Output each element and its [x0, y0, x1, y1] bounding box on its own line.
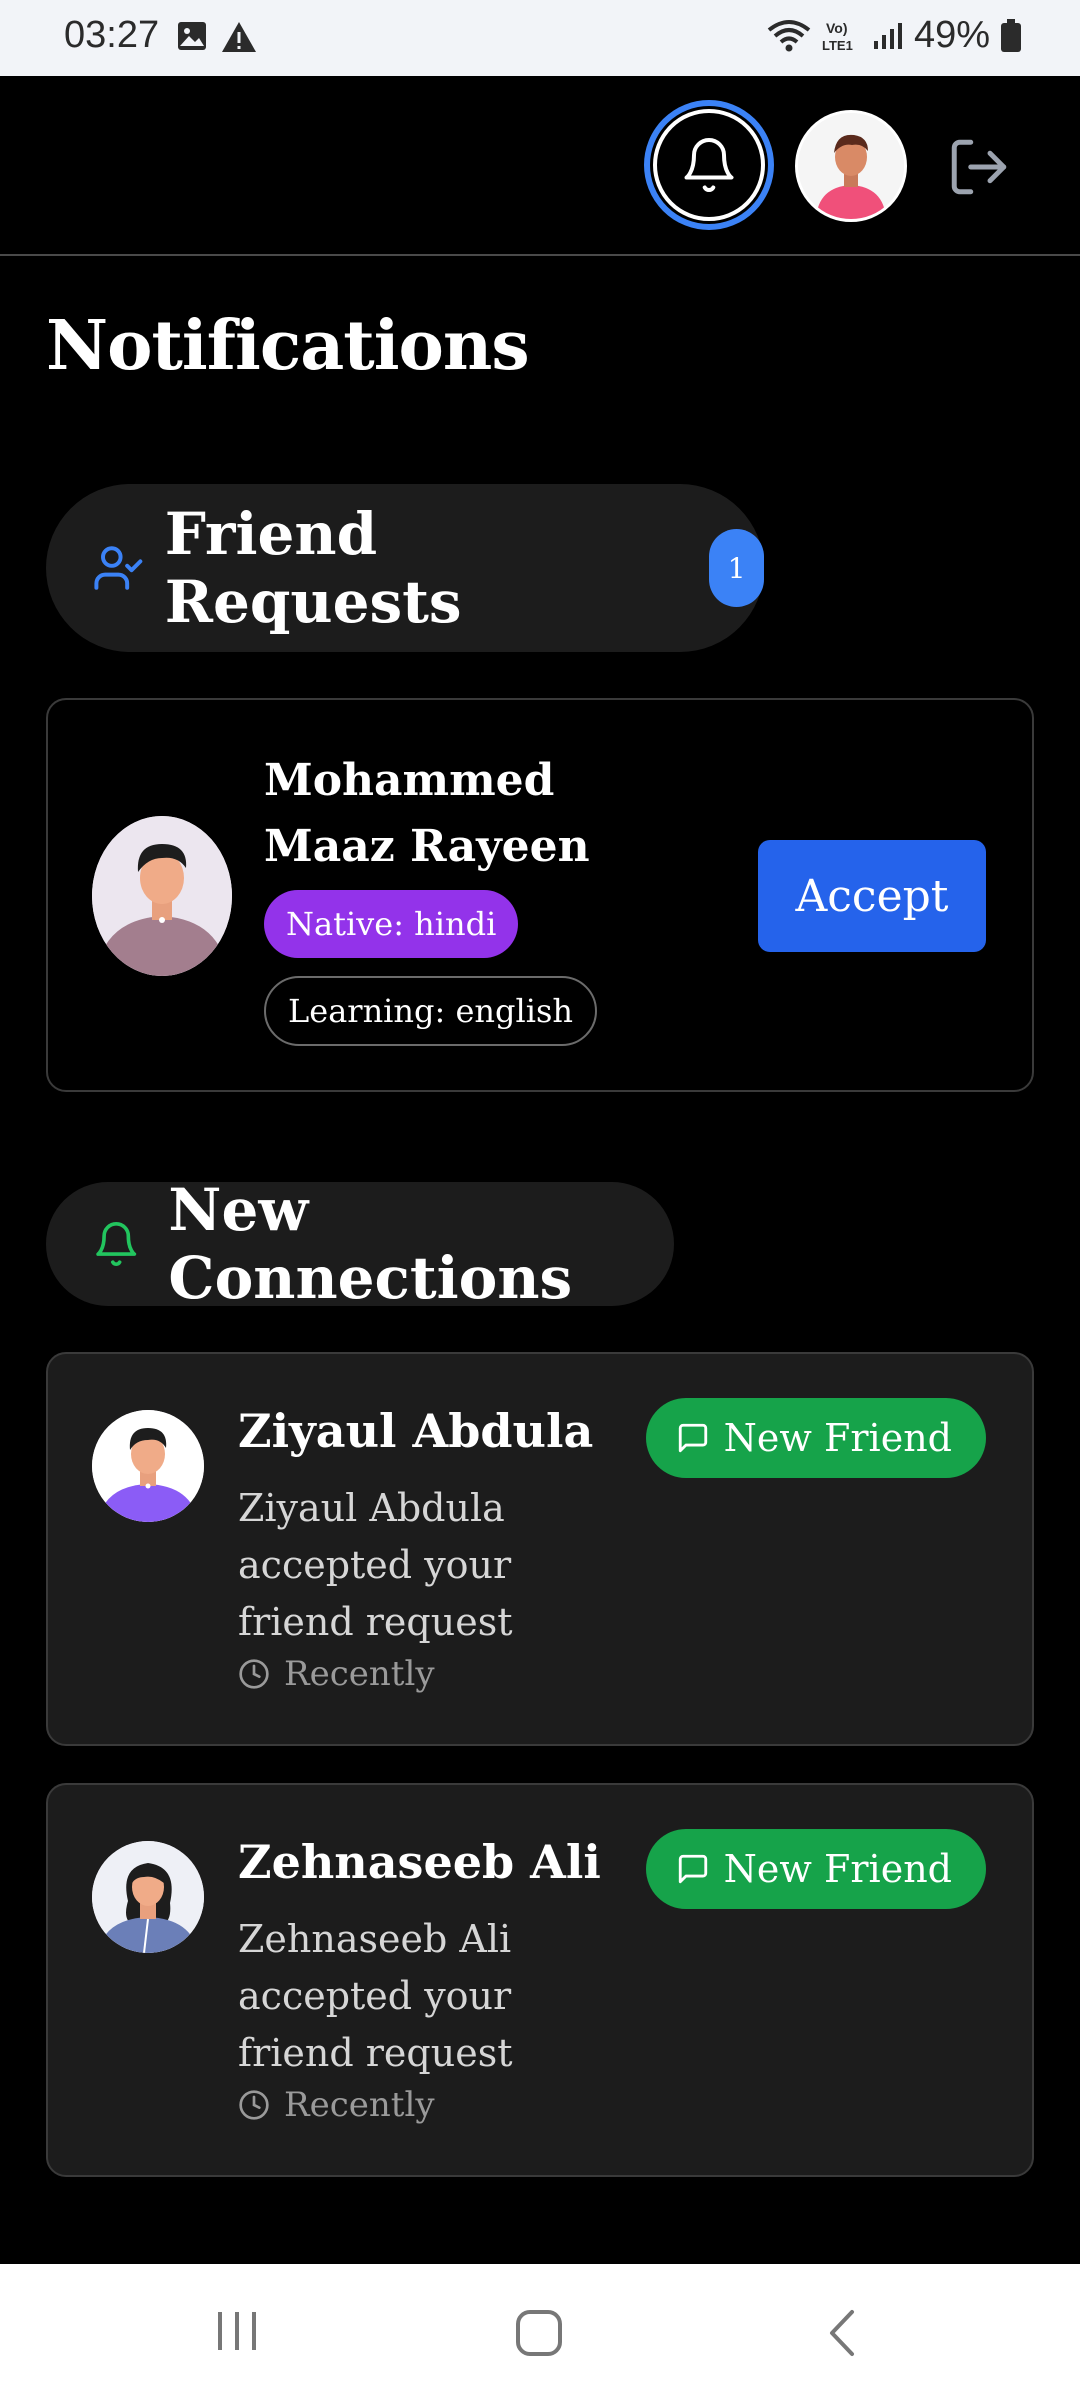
new-friend-label: New Friend: [723, 1416, 952, 1460]
new-connections-label: New Connections: [168, 1176, 573, 1312]
image-icon: [178, 22, 206, 50]
native-language-badge: Native: hindi: [264, 890, 519, 958]
connection-card: Ziyaul Abdula Ziyaul Abdula accepted you…: [46, 1352, 1034, 1746]
requester-name: Mohammed Maaz Rayeen: [264, 755, 590, 872]
bell-icon: [684, 138, 734, 192]
learning-language-badge: Learning: english: [264, 976, 597, 1046]
connection-avatar: [92, 1841, 204, 1953]
connection-time: Recently: [238, 1654, 435, 1694]
logout-icon[interactable]: [946, 134, 1012, 200]
message-square-icon: [678, 1854, 707, 1884]
status-bar: 03:27 Vo) LTE1 49%: [0, 0, 1080, 76]
avatar-illustration: [92, 1410, 204, 1522]
app-header: [0, 76, 1080, 256]
connection-card: Zehnaseeb Ali Zehnaseeb Ali accepted you…: [46, 1783, 1034, 2177]
connection-message: Zehnaseeb Ali accepted your friend reque…: [238, 1917, 513, 2075]
home-icon[interactable]: [514, 2308, 564, 2358]
connection-message: Ziyaul Abdula accepted your friend reque…: [238, 1486, 513, 1644]
battery-text: 49%: [913, 14, 990, 56]
connection-name: Zehnaseeb Ali: [238, 1835, 601, 1889]
svg-text:LTE1: LTE1: [822, 38, 853, 53]
connection-time-label: Recently: [284, 1654, 435, 1694]
avatar-illustration: [92, 816, 232, 976]
warning-icon: [222, 22, 256, 52]
bell-icon: [96, 1222, 137, 1266]
notifications-button-ring: [653, 109, 765, 221]
message-square-icon: [678, 1423, 707, 1453]
clock-icon: [239, 1659, 269, 1689]
new-connections-header: New Connections: [46, 1176, 674, 1312]
signal-icon: [873, 22, 902, 49]
avatar-illustration: [92, 1841, 204, 1953]
avatar-illustration: [798, 113, 904, 219]
status-time: 03:27: [64, 14, 160, 56]
profile-avatar[interactable]: [795, 110, 907, 222]
volte-icon: Vo) LTE1: [822, 20, 853, 53]
new-friend-label: New Friend: [723, 1847, 952, 1891]
friend-requests-header: Friend Requests 1: [46, 484, 764, 652]
recent-apps-icon[interactable]: [214, 2308, 260, 2354]
system-nav-bar: [0, 2264, 1080, 2400]
notifications-button[interactable]: [644, 100, 774, 230]
friend-request-card: Mohammed Maaz Rayeen Native: hindi Learn…: [46, 698, 1034, 1092]
friend-requests-count: 1: [709, 529, 764, 607]
status-right: Vo) LTE1 49%: [766, 14, 1022, 57]
battery-icon: [1001, 18, 1021, 52]
friend-requests-label: Friend Requests: [164, 500, 462, 636]
page-title: Notifications: [46, 306, 530, 386]
back-icon[interactable]: [822, 2308, 862, 2358]
new-friend-badge[interactable]: New Friend: [645, 1398, 986, 1478]
new-friend-badge[interactable]: New Friend: [645, 1829, 986, 1909]
svg-text:Vo): Vo): [826, 20, 848, 36]
user-check-icon: [94, 546, 143, 590]
connection-avatar: [92, 1410, 204, 1522]
connection-time: Recently: [238, 2085, 435, 2125]
accept-button[interactable]: Accept: [758, 840, 986, 952]
connection-name: Ziyaul Abdula: [238, 1404, 594, 1458]
requester-avatar: [92, 816, 232, 976]
connection-time-label: Recently: [284, 2085, 435, 2125]
wifi-icon: [767, 19, 811, 51]
clock-icon: [239, 2090, 269, 2120]
